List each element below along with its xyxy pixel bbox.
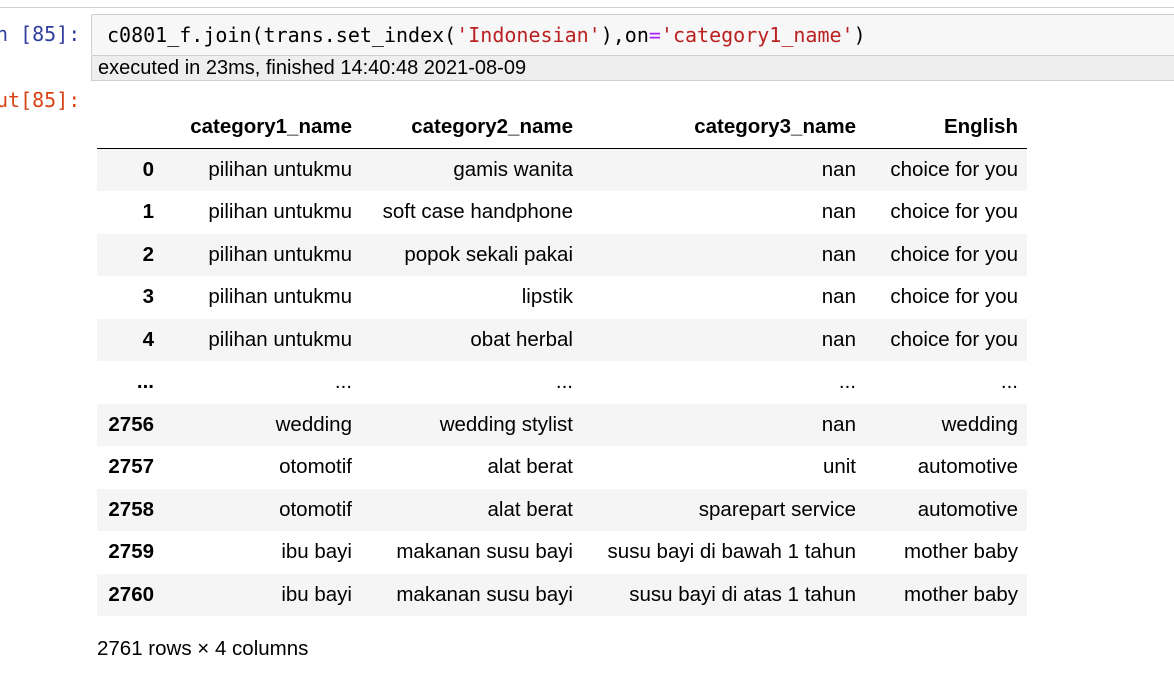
table-cell: pilihan untukmu bbox=[208, 285, 352, 309]
dataframe-shape: 2761 rows × 4 columns bbox=[97, 637, 309, 660]
table-cell: popok sekali pakai bbox=[404, 242, 573, 266]
table-cell: mother baby bbox=[904, 540, 1018, 564]
table-row: ............... bbox=[97, 361, 1027, 404]
code-operator: = bbox=[648, 23, 661, 47]
code-string: 'Indonesian' bbox=[456, 23, 601, 47]
table-header-row: category1_name category2_name category3_na… bbox=[97, 106, 1027, 149]
code-text: ) bbox=[853, 23, 866, 47]
table-cell: choice for you bbox=[890, 158, 1018, 181]
row-index: 4 bbox=[142, 327, 154, 351]
code-string: 'category1_name' bbox=[660, 23, 854, 47]
row-index: 2757 bbox=[108, 455, 154, 479]
table-row: 3 pilihan untukmu lipstik nan choice for you bbox=[97, 276, 1027, 319]
table-cell: ... bbox=[1000, 370, 1018, 394]
dataframe-table: category1_name category2_name category3_na… bbox=[97, 106, 1027, 616]
table-cell: nan bbox=[821, 327, 856, 351]
table-row: 2759 ibu bayi makanan susu bayi susu bayi d… bbox=[97, 531, 1027, 574]
code-text: c0801_f.join(trans.set_index( bbox=[107, 23, 457, 47]
table-cell: unit bbox=[822, 455, 856, 479]
row-index: 1 bbox=[142, 200, 154, 224]
table-cell: automotive bbox=[917, 497, 1018, 521]
table-cell: nan bbox=[821, 242, 856, 266]
table-row: 1 pilihan untukmu soft case handphone nan ch… bbox=[97, 191, 1027, 234]
table-cell: pilihan untukmu bbox=[208, 158, 352, 181]
table-cell: pilihan untukmu bbox=[208, 200, 352, 224]
column-header: category2_name bbox=[361, 106, 582, 149]
code-line[interactable]: c0801_f.join(trans.set_index('Indonesian… bbox=[107, 23, 866, 47]
table-cell: susu bayi di bawah 1 tahun bbox=[607, 540, 856, 564]
table-row: 2 pilihan untukmu popok sekali pakai nan cho… bbox=[97, 233, 1027, 276]
cell-separator bbox=[0, 7, 1174, 8]
table-cell: makanan susu bayi bbox=[396, 540, 573, 564]
row-index: ... bbox=[136, 370, 154, 394]
row-index: 2 bbox=[142, 242, 154, 266]
index-header bbox=[97, 106, 163, 149]
table-cell: ... bbox=[838, 370, 856, 394]
table-cell: wedding bbox=[941, 412, 1018, 436]
execution-time-text: executed in 23ms, finished 14:40:48 2021… bbox=[98, 57, 527, 79]
table-cell: wedding stylist bbox=[439, 412, 573, 436]
code-cell-editor[interactable]: c0801_f.join(trans.set_index('Indonesian… bbox=[91, 14, 1174, 56]
table-row: 2758 otomotif alat berat sparepart service a… bbox=[97, 488, 1027, 531]
table-cell: nan bbox=[821, 200, 856, 224]
table-cell: pilihan untukmu bbox=[208, 242, 352, 266]
table-cell: ... bbox=[334, 370, 352, 394]
table-row: 4 pilihan untukmu obat herbal nan choice for… bbox=[97, 318, 1027, 361]
table-cell: nan bbox=[821, 158, 856, 181]
table-cell: gamis wanita bbox=[453, 158, 573, 181]
row-index: 2760 bbox=[108, 582, 154, 606]
table-cell: nan bbox=[821, 285, 856, 309]
table-cell: choice for you bbox=[890, 200, 1018, 224]
row-index: 2756 bbox=[108, 412, 154, 436]
table-cell: soft case handphone bbox=[382, 200, 573, 224]
table-row: 2757 otomotif alat berat unit automotive bbox=[97, 446, 1027, 489]
table-cell: choice for you bbox=[890, 285, 1018, 309]
row-index: 2758 bbox=[108, 497, 154, 521]
table-row: 2760 ibu bayi makanan susu bayi susu bayi d… bbox=[97, 573, 1027, 616]
table-cell: makanan susu bayi bbox=[396, 582, 573, 606]
table-cell: sparepart service bbox=[698, 497, 856, 521]
output-prompt: ut[85]: bbox=[0, 88, 81, 112]
code-text: ),on bbox=[600, 23, 649, 47]
table-cell: alat berat bbox=[487, 497, 573, 521]
table-cell: mother baby bbox=[904, 582, 1018, 606]
table-row: 2756 wedding wedding stylist nan wedding bbox=[97, 403, 1027, 446]
row-index: 0 bbox=[142, 158, 154, 181]
table-cell: choice for you bbox=[890, 242, 1018, 266]
table-cell: wedding bbox=[275, 412, 352, 436]
table-cell: ... bbox=[555, 370, 573, 394]
table-row: 0 pilihan untukmu gamis wanita nan choice fo… bbox=[97, 148, 1027, 191]
table-cell: automotive bbox=[917, 455, 1018, 479]
table-cell: choice for you bbox=[890, 327, 1018, 351]
notebook-page: n [85]: c0801_f.join(trans.set_index('In… bbox=[0, 0, 1174, 675]
table-cell: obat herbal bbox=[470, 327, 573, 351]
table-cell: susu bayi di atas 1 tahun bbox=[629, 582, 856, 606]
table-cell: pilihan untukmu bbox=[208, 327, 352, 351]
table-cell: otomotif bbox=[279, 455, 352, 479]
input-prompt: n [85]: bbox=[0, 22, 81, 46]
execution-time-bar: executed in 23ms, finished 14:40:48 2021… bbox=[91, 56, 1174, 81]
table-cell: ibu bayi bbox=[281, 540, 352, 564]
row-index: 2759 bbox=[108, 540, 154, 564]
row-index: 3 bbox=[142, 285, 154, 309]
column-header: English bbox=[865, 106, 1027, 149]
column-header: category3_name bbox=[582, 106, 865, 149]
column-header: category1_name bbox=[163, 106, 361, 149]
table-cell: nan bbox=[821, 412, 856, 436]
table-cell: ibu bayi bbox=[281, 582, 352, 606]
table-cell: lipstik bbox=[521, 285, 573, 309]
table-cell: alat berat bbox=[487, 455, 573, 479]
table-cell: otomotif bbox=[279, 497, 352, 521]
